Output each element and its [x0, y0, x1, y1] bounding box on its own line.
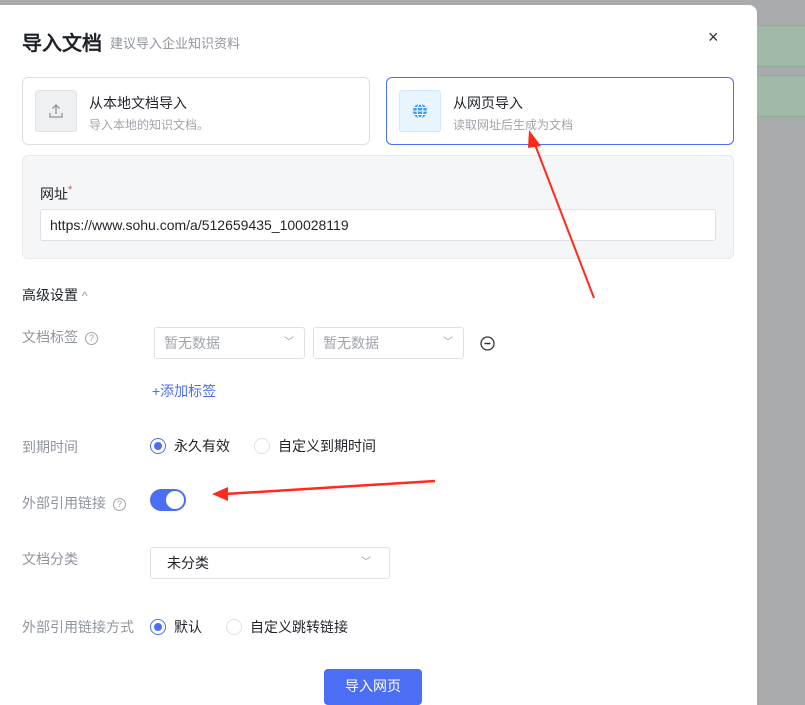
category-label: 文档分类 — [22, 551, 78, 567]
url-label: 网址* — [40, 184, 73, 202]
required-mark: * — [68, 184, 73, 196]
radio-link-custom[interactable]: 自定义跳转链接 — [226, 617, 348, 637]
link-mode-label: 外部引用链接方式 — [22, 619, 134, 635]
radio-expiry-custom[interactable]: 自定义到期时间 — [254, 436, 376, 456]
chevron-down-icon: ﹀ — [361, 557, 371, 568]
globe-icon — [399, 90, 441, 132]
chevron-down-icon: ﹀ — [443, 337, 453, 348]
add-tag-link[interactable]: +添加标签 — [152, 381, 216, 401]
source-desc: 读取网址后生成为文档 — [453, 118, 574, 132]
dialog-title: 导入文档 — [22, 33, 102, 55]
import-webpage-button[interactable]: 导入网页 — [324, 669, 422, 705]
external-link-label: 外部引用链接? — [22, 493, 126, 513]
background-row — [757, 75, 805, 117]
external-link-switch[interactable] — [150, 489, 186, 511]
close-icon[interactable]: × — [708, 27, 719, 48]
background-row — [757, 25, 805, 67]
remove-tag-icon[interactable] — [480, 336, 495, 354]
category-select[interactable]: 未分类 ﹀ — [150, 547, 390, 579]
help-icon[interactable]: ? — [85, 332, 98, 345]
tag-select-1[interactable]: 暂无数据 ﹀ — [154, 327, 305, 359]
chevron-down-icon: ﹀ — [284, 337, 294, 348]
source-title: 从本地文档导入 — [89, 95, 187, 111]
source-card-web[interactable]: 从网页导入 读取网址后生成为文档 — [386, 77, 734, 145]
expiry-label: 到期时间 — [22, 439, 78, 455]
source-title: 从网页导入 — [453, 95, 523, 111]
radio-link-default[interactable]: 默认 — [150, 617, 202, 637]
source-card-local[interactable]: 从本地文档导入 导入本地的知识文档。 — [22, 77, 370, 145]
help-icon[interactable]: ? — [113, 498, 126, 511]
advanced-settings-toggle[interactable]: 高级设置 ^ — [22, 285, 88, 305]
dialog-subtitle: 建议导入企业知识资料 — [110, 36, 241, 51]
radio-expiry-permanent[interactable]: 永久有效 — [150, 436, 230, 456]
chevron-up-icon: ^ — [81, 289, 88, 303]
tag-select-2[interactable]: 暂无数据 ﹀ — [313, 327, 464, 359]
upload-icon — [35, 90, 77, 132]
url-panel: 网址* — [22, 155, 734, 259]
url-input[interactable] — [40, 209, 716, 241]
source-desc: 导入本地的知识文档。 — [89, 118, 210, 132]
tags-label: 文档标签? — [22, 327, 98, 347]
